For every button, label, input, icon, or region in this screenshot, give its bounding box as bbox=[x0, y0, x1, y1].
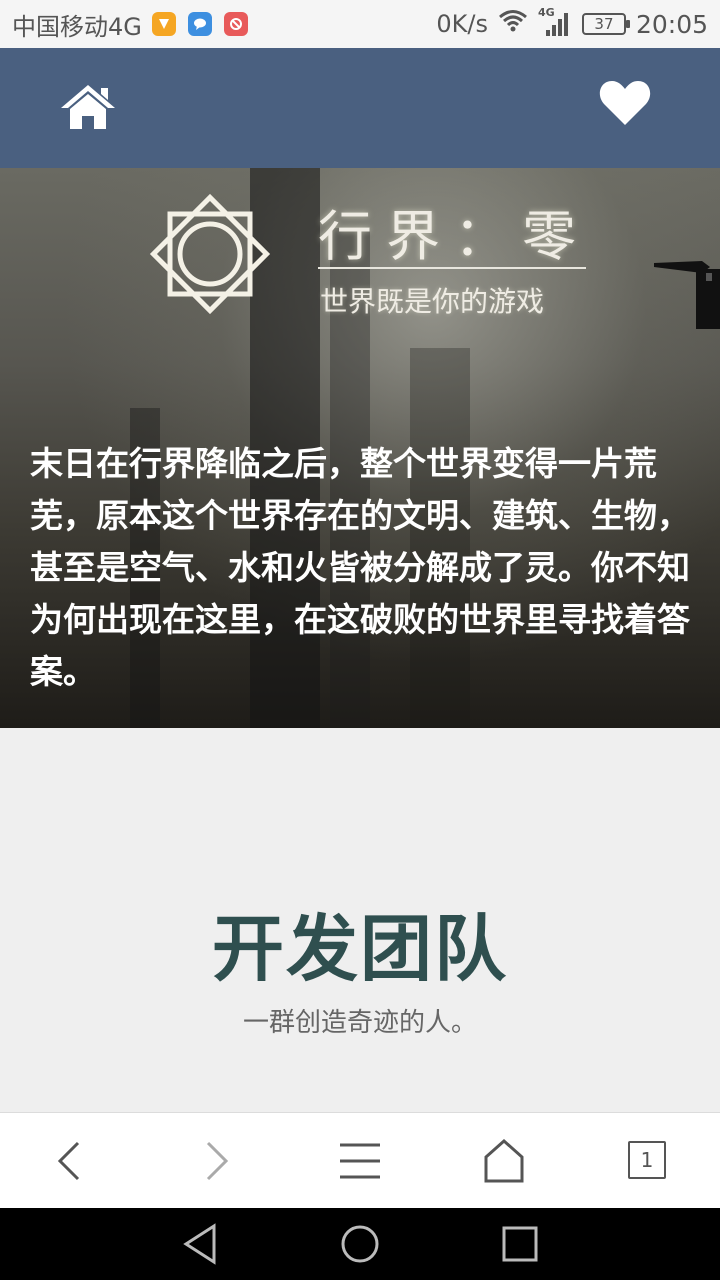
battery-icon: 37 bbox=[581, 13, 630, 35]
game-logo-title: 行界：零 bbox=[318, 205, 590, 268]
clock: 20:05 bbox=[635, 9, 708, 39]
tab-count-label: 1 bbox=[640, 1148, 654, 1172]
back-triangle-icon[interactable] bbox=[178, 1222, 222, 1266]
game-logo-emblem bbox=[140, 184, 280, 324]
back-icon[interactable] bbox=[46, 1137, 94, 1185]
recents-square-icon[interactable] bbox=[498, 1222, 542, 1266]
browser-toolbar bbox=[0, 1112, 720, 1208]
hero-banner: 行界：零 世界既是你的游戏 末日在行界降临之后，整个世界变得一片荒芜，原本这个世… bbox=[0, 168, 720, 728]
hero-bg-drone bbox=[650, 253, 720, 373]
heart-icon[interactable] bbox=[598, 78, 652, 128]
menu-icon[interactable] bbox=[336, 1137, 384, 1185]
game-description: 末日在行界降临之后，整个世界变得一片荒芜，原本这个世界存在的文明、建筑、生物，甚… bbox=[30, 444, 690, 691]
chat-blue-icon bbox=[187, 12, 212, 36]
signal-icon: 4G bbox=[538, 6, 572, 38]
network-speed: 0K/s bbox=[436, 10, 488, 38]
tabs-icon[interactable]: 1 bbox=[628, 1141, 666, 1179]
status-bar: 中国移动4G 0K/s 4G 37 20:05 bbox=[0, 0, 720, 48]
app-red-icon bbox=[223, 12, 248, 36]
team-section-title: 开发团队 bbox=[211, 907, 508, 991]
logo-divider bbox=[318, 267, 586, 269]
notification-orange-icon bbox=[151, 12, 176, 36]
forward-icon[interactable] bbox=[192, 1137, 240, 1185]
app-header bbox=[0, 48, 720, 168]
carrier-label: 中国移动4G bbox=[12, 12, 142, 41]
wifi-icon bbox=[498, 9, 528, 39]
game-logo-subtitle: 世界既是你的游戏 bbox=[320, 285, 545, 318]
notification-icons bbox=[151, 12, 248, 36]
status-right: 0K/s 4G 37 20:05 bbox=[436, 6, 708, 39]
battery-level: 37 bbox=[594, 15, 614, 33]
team-section-subtitle: 一群创造奇迹的人。 bbox=[242, 1008, 477, 1038]
home-icon[interactable] bbox=[480, 1137, 528, 1185]
home-icon[interactable] bbox=[58, 82, 118, 132]
system-nav-bar bbox=[0, 1208, 720, 1280]
home-circle-icon[interactable] bbox=[338, 1222, 382, 1266]
